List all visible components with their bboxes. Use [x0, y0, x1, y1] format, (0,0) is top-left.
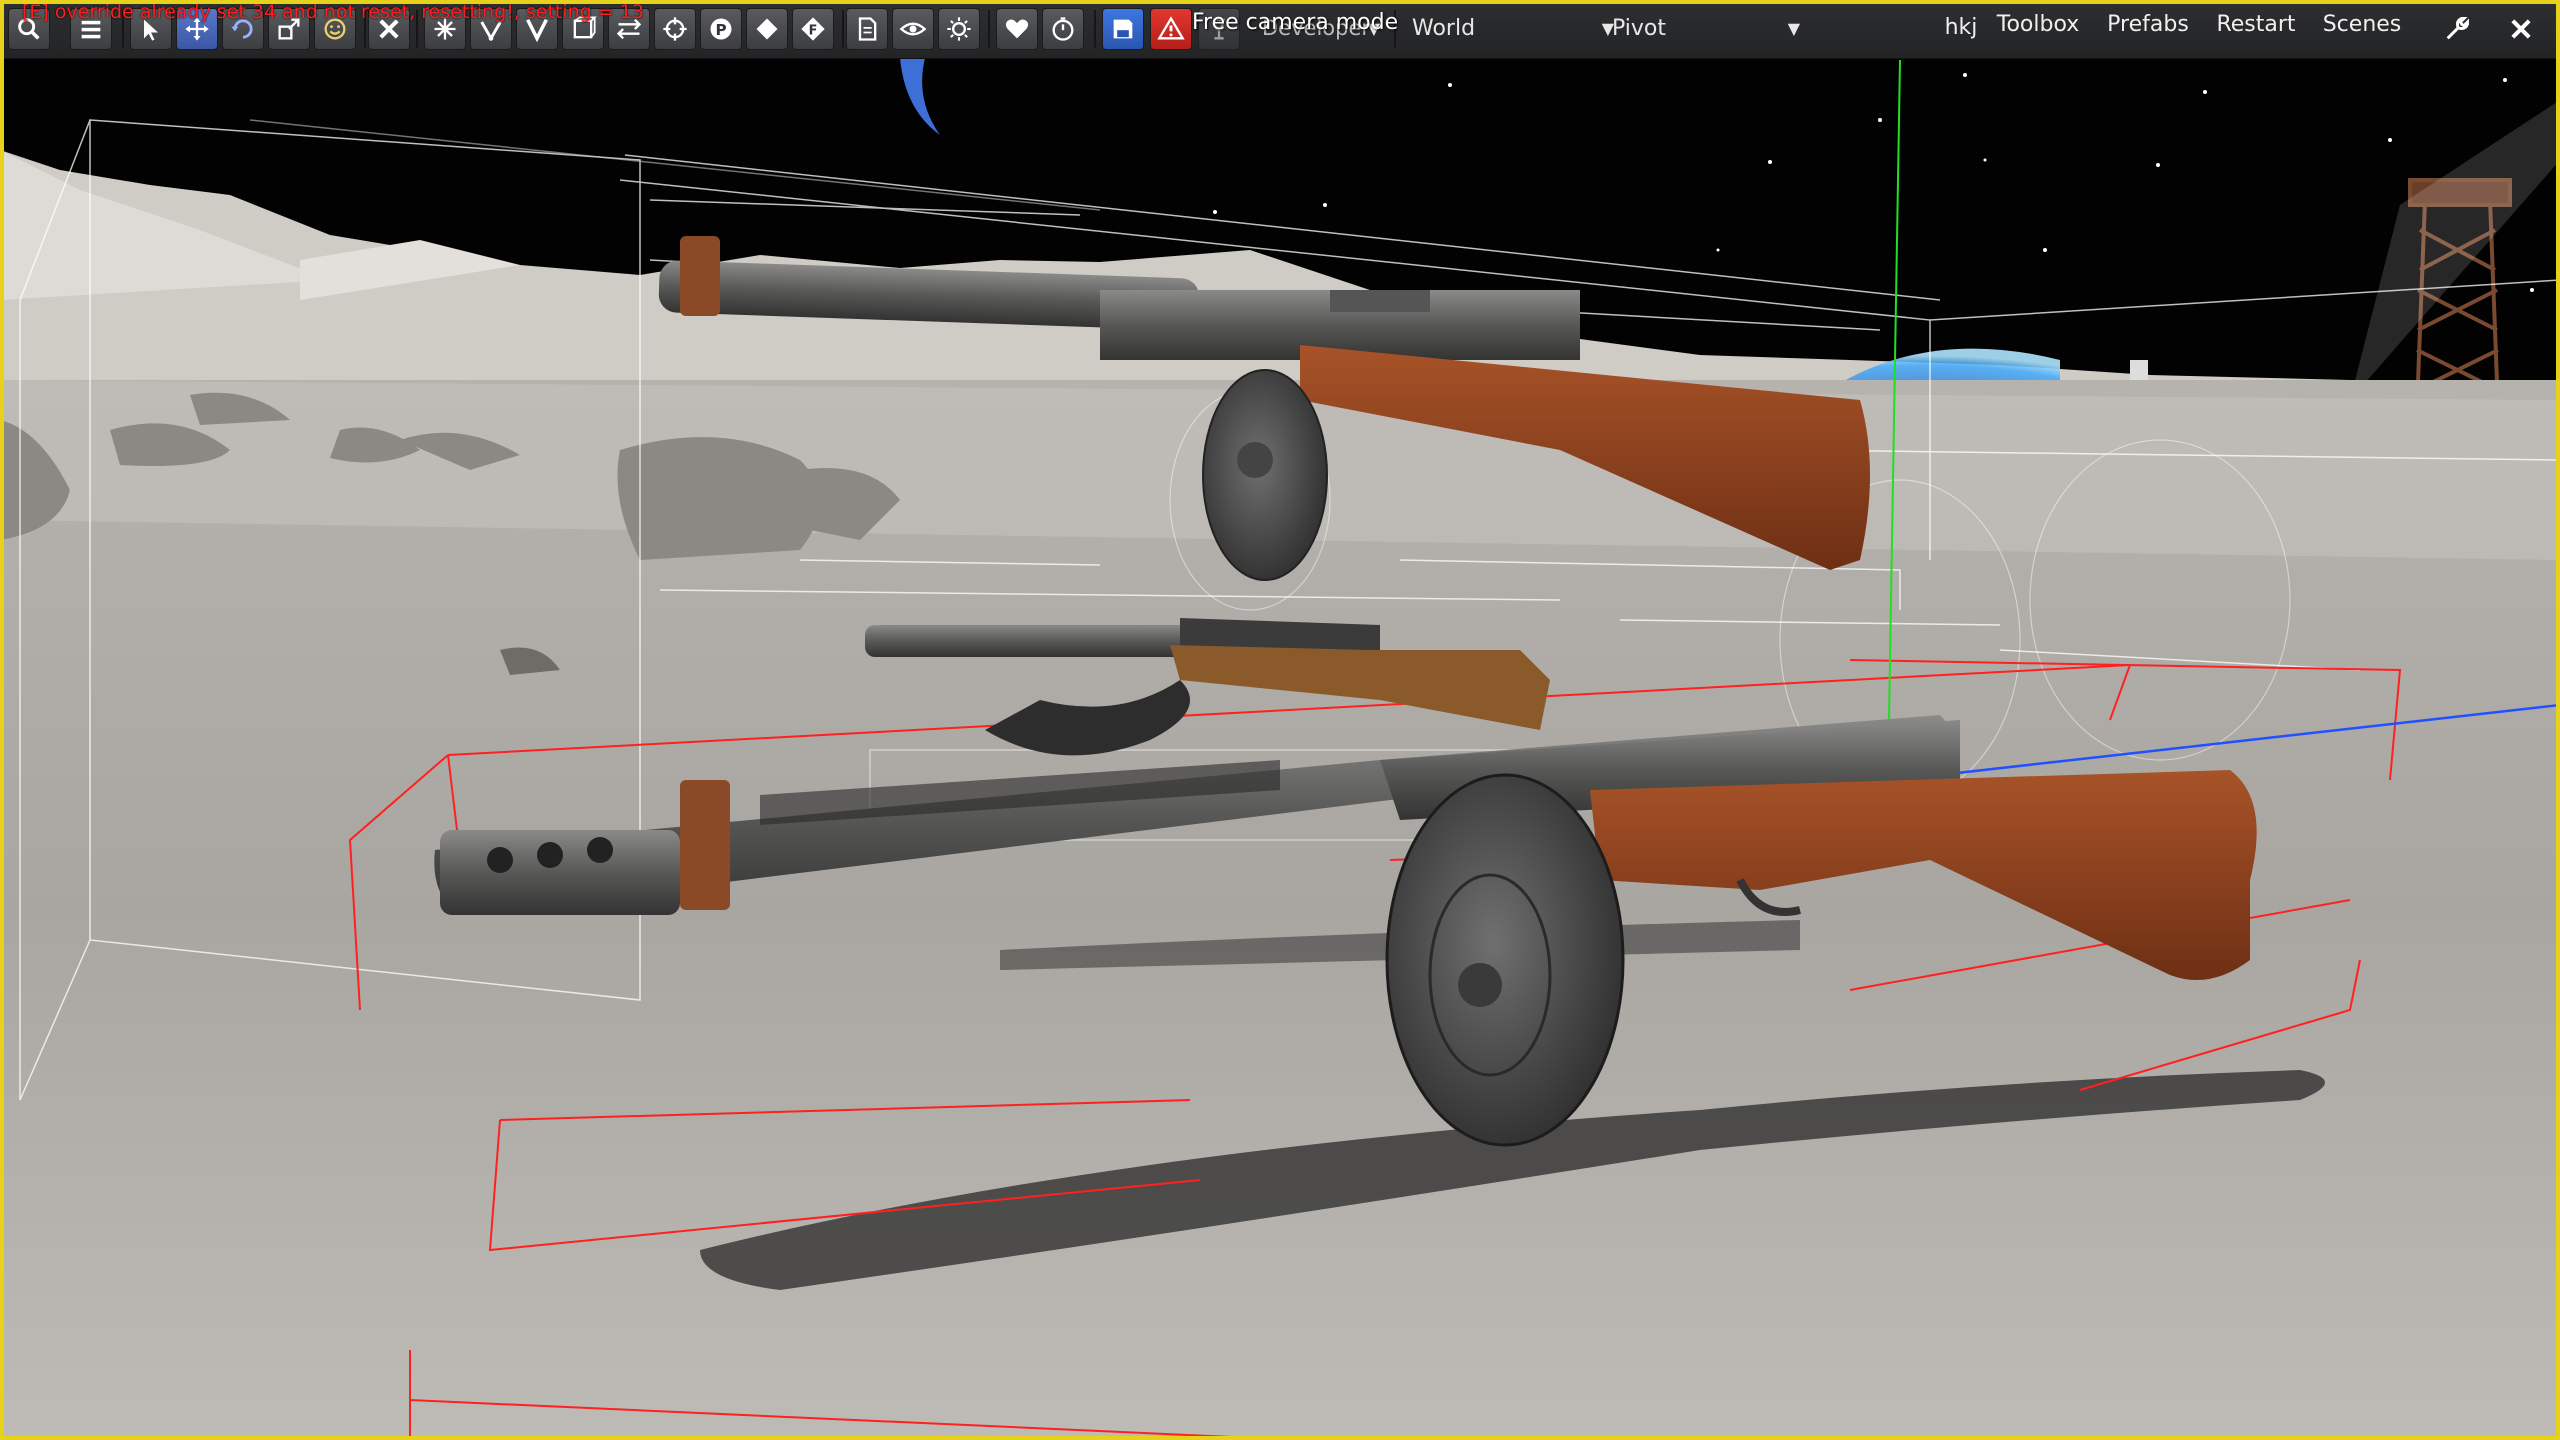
editor-window: P F Developer ▼ World ▼ Pivot ▼ hkj Tool… — [0, 0, 2560, 1440]
diamond-button[interactable] — [746, 8, 788, 50]
pivot-p-icon: P — [710, 18, 732, 40]
settings-button[interactable] — [2436, 8, 2478, 50]
space-dropdown[interactable]: World ▼ — [1400, 10, 1614, 48]
warning-button[interactable] — [1150, 8, 1192, 50]
space-dropdown-value: World — [1412, 16, 1476, 41]
crosshair-icon — [663, 17, 687, 41]
close-button[interactable] — [2500, 8, 2542, 50]
save-button[interactable] — [1102, 8, 1144, 50]
wrench-icon — [2446, 17, 2469, 40]
heart-icon — [1005, 19, 1029, 39]
pivot-dropdown[interactable]: Pivot ▼ — [1600, 10, 1810, 48]
document-button[interactable] — [846, 8, 888, 50]
svg-text:P: P — [715, 21, 726, 39]
prefabs-menu[interactable]: Prefabs — [2100, 5, 2196, 45]
visibility-button[interactable] — [892, 8, 934, 50]
light-icon — [947, 17, 971, 41]
close-icon — [2511, 19, 2531, 39]
save-icon — [1113, 19, 1133, 39]
focus-f-button[interactable]: F — [792, 8, 834, 50]
timer-icon — [1052, 17, 1074, 41]
console-error-message: [E] override already set 34 and not rese… — [22, 1, 644, 23]
svg-text:F: F — [809, 23, 818, 38]
diamond-icon — [756, 18, 778, 40]
user-label: hkj — [1944, 15, 1978, 40]
restart-menu[interactable]: Restart — [2208, 5, 2304, 45]
light-button[interactable] — [938, 8, 980, 50]
toolbox-menu[interactable]: Toolbox — [1990, 5, 2086, 45]
scenes-menu[interactable]: Scenes — [2314, 5, 2410, 45]
pivot-p-button[interactable]: P — [700, 8, 742, 50]
scene-viewport[interactable] — [0, 0, 2560, 1440]
eye-icon — [899, 22, 927, 36]
focus-f-icon: F — [801, 17, 825, 41]
timer-button[interactable] — [1042, 8, 1084, 50]
crosshair-button[interactable] — [654, 8, 696, 50]
pivot-dropdown-value: Pivot — [1612, 16, 1667, 41]
chevron-down-icon: ▼ — [1787, 19, 1800, 38]
favorite-button[interactable] — [996, 8, 1038, 50]
camera-mode-label: Free camera mode — [1192, 10, 1399, 35]
warning-icon — [1157, 16, 1185, 40]
document-icon — [858, 17, 877, 41]
